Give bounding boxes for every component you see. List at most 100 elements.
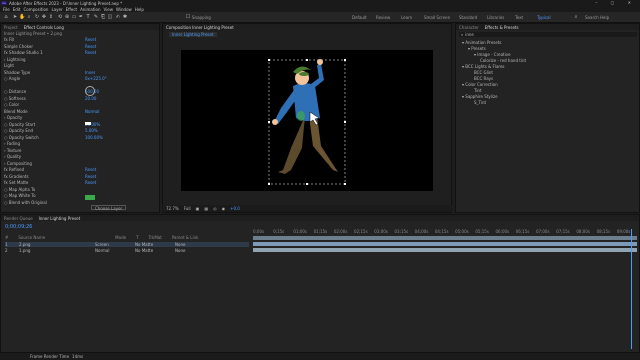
- dolly-camera-icon[interactable]: ⇕: [48, 15, 54, 20]
- effects-tree-item[interactable]: ▾ BCC Lights & Flares: [462, 64, 505, 69]
- menu-file[interactable]: File: [3, 7, 10, 12]
- choose-layer-button[interactable]: Choose Layer: [91, 205, 127, 211]
- brush-tool-icon[interactable]: ✎: [93, 15, 99, 20]
- effect-property-value[interactable]: 0x+225.0°: [85, 76, 107, 81]
- effects-tree-item[interactable]: Colorize - red hand tint: [480, 58, 526, 63]
- effect-property-label: ○ Opacity Start: [4, 121, 36, 127]
- effect-property-value[interactable]: Reset: [85, 167, 96, 172]
- effect-property-value[interactable]: 100.00%: [85, 135, 103, 140]
- layer-mode[interactable]: Normal: [95, 248, 129, 253]
- layer-row[interactable]: 1 2.png Screen No Matte None: [5, 242, 249, 247]
- workspace-standard[interactable]: Standard: [459, 15, 477, 20]
- zoom-tool-icon[interactable]: ⌕: [26, 15, 32, 20]
- effects-tree-item[interactable]: Tint: [474, 88, 482, 93]
- tab-project[interactable]: Project: [4, 25, 18, 30]
- current-timecode[interactable]: 0;00;09;26: [5, 224, 32, 230]
- effect-property-value[interactable]: Reset: [85, 37, 96, 42]
- quality-dropdown[interactable]: Full: [184, 206, 191, 211]
- layer-trkmat[interactable]: No Matte: [135, 242, 169, 247]
- rotation-tool-icon[interactable]: ⟲: [57, 15, 63, 20]
- puppet-tool-icon[interactable]: ✱: [122, 15, 128, 20]
- layer-number[interactable]: 2: [5, 248, 13, 253]
- menu-edit[interactable]: Edit: [13, 7, 21, 12]
- menu-help[interactable]: Help: [135, 7, 144, 12]
- tab-timeline-comp[interactable]: Inner Lighting Preset: [39, 216, 81, 221]
- tab-render-queue[interactable]: Render Queue: [4, 216, 33, 221]
- comp-sub-tab[interactable]: Inner Lighting Preset: [169, 32, 217, 37]
- effects-tree-item[interactable]: ▾ Sapphire Stylize: [462, 94, 498, 99]
- transparency-grid-icon[interactable]: ▦: [204, 206, 208, 211]
- search-icon[interactable]: ⌕: [573, 15, 579, 20]
- snapping-checkbox[interactable]: ☐: [185, 15, 191, 20]
- playhead[interactable]: [631, 229, 632, 349]
- roto-brush-icon[interactable]: ✍: [115, 15, 121, 20]
- effect-property-value[interactable]: Reset: [85, 180, 96, 185]
- effects-tree-item[interactable]: S_Tint: [474, 100, 486, 105]
- layer-parent[interactable]: None: [175, 248, 205, 253]
- eraser-tool-icon[interactable]: ◫: [107, 15, 113, 20]
- rectangle-tool-icon[interactable]: ▭: [71, 15, 77, 20]
- workspace-text[interactable]: Text: [515, 15, 523, 20]
- effect-property-value[interactable]: Inner: [85, 70, 95, 75]
- effect-property-value[interactable]: Reset: [85, 50, 96, 55]
- color-swatch[interactable]: [85, 121, 91, 126]
- effects-tree-item[interactable]: ▾ Color Correction: [462, 82, 498, 87]
- time-ruler[interactable]: 0;00s 0;15s 01;00s 01;15s 02;00s 02;15s 03;00s…: [253, 229, 637, 235]
- anchor-tool-icon[interactable]: ⊕: [64, 15, 70, 20]
- camera-icon[interactable]: ◉: [222, 206, 226, 211]
- layer-parent[interactable]: None: [175, 242, 205, 247]
- effect-property-value[interactable]: Reset: [85, 174, 96, 179]
- zoom-dropdown[interactable]: 72.7%: [166, 206, 179, 211]
- effects-tree-item[interactable]: BCC Rays: [474, 76, 493, 81]
- effect-property-value[interactable]: Reset: [85, 44, 96, 49]
- menu-composition[interactable]: Composition: [23, 7, 48, 12]
- tab-character[interactable]: Character: [459, 25, 479, 30]
- menu-window[interactable]: Window: [116, 7, 132, 12]
- work-area-bar[interactable]: [253, 236, 637, 240]
- tab-effects-presets[interactable]: Effects & Presets: [485, 25, 519, 30]
- pen-tool-icon[interactable]: ✒: [78, 15, 84, 20]
- home-icon[interactable]: ⌂: [3, 15, 9, 20]
- hand-tool-icon[interactable]: ✋: [19, 15, 25, 20]
- menu-effect[interactable]: Effect: [66, 7, 78, 12]
- menu-view[interactable]: View: [104, 7, 114, 12]
- orbit-camera-icon[interactable]: ↻: [34, 15, 40, 20]
- workspace-typical[interactable]: Typical: [537, 15, 551, 20]
- clone-stamp-icon[interactable]: ⎗: [100, 15, 106, 20]
- layer-mode[interactable]: Screen: [95, 242, 129, 247]
- workspace-small-screen[interactable]: Small Screen: [424, 15, 450, 20]
- selection-tool-icon[interactable]: ➤: [12, 15, 18, 20]
- tab-effect-controls[interactable]: Effect Controls Long: [24, 25, 64, 30]
- layer-bar-2[interactable]: [253, 248, 637, 252]
- menu-animation[interactable]: Animation: [80, 7, 100, 12]
- text-tool-icon[interactable]: T: [85, 15, 91, 20]
- green-color-swatch[interactable]: [85, 195, 95, 200]
- exposure-value[interactable]: +0.0: [230, 206, 240, 211]
- effects-search-input[interactable]: ⌕ inne: [459, 32, 637, 37]
- layer-bar-1[interactable]: [253, 242, 637, 246]
- effects-tree-item[interactable]: ▾ Animation Presets: [462, 40, 502, 45]
- effects-tree-item[interactable]: ▾ Presets: [468, 46, 486, 51]
- tab-composition[interactable]: Composition Inner Lighting Preset: [166, 25, 234, 30]
- workspace-libraries[interactable]: Libraries: [487, 15, 504, 20]
- menu-layer[interactable]: Layer: [51, 7, 62, 12]
- workspace-learn[interactable]: Learn: [401, 15, 412, 20]
- effects-tree-item[interactable]: BCC Glint: [474, 70, 493, 75]
- effects-tree-item[interactable]: ▾ Image - Creative: [474, 52, 511, 57]
- composition-canvas[interactable]: [181, 50, 433, 191]
- effect-property-value[interactable]: Normal: [85, 109, 99, 114]
- ruler-tick-label: 06;15s: [515, 229, 530, 234]
- effect-property-value[interactable]: 20.00: [85, 96, 96, 101]
- pan-camera-icon[interactable]: ✥: [41, 15, 47, 20]
- region-icon[interactable]: ▣: [196, 206, 200, 211]
- window-controls[interactable]: – ▢ ✕: [595, 0, 637, 5]
- layer-number[interactable]: 1: [5, 242, 13, 247]
- mask-icon[interactable]: ◎: [213, 206, 217, 211]
- workspace-default[interactable]: Default: [352, 15, 367, 20]
- effect-property-value[interactable]: 5.00%: [85, 128, 98, 133]
- workspace-review[interactable]: Review: [376, 15, 390, 20]
- angle-dial[interactable]: [85, 86, 95, 96]
- layer-row[interactable]: 2 1.png Normal No Matte None: [5, 248, 249, 253]
- search-help-field[interactable]: Search Help: [585, 15, 609, 20]
- layer-trkmat[interactable]: No Matte: [135, 248, 169, 253]
